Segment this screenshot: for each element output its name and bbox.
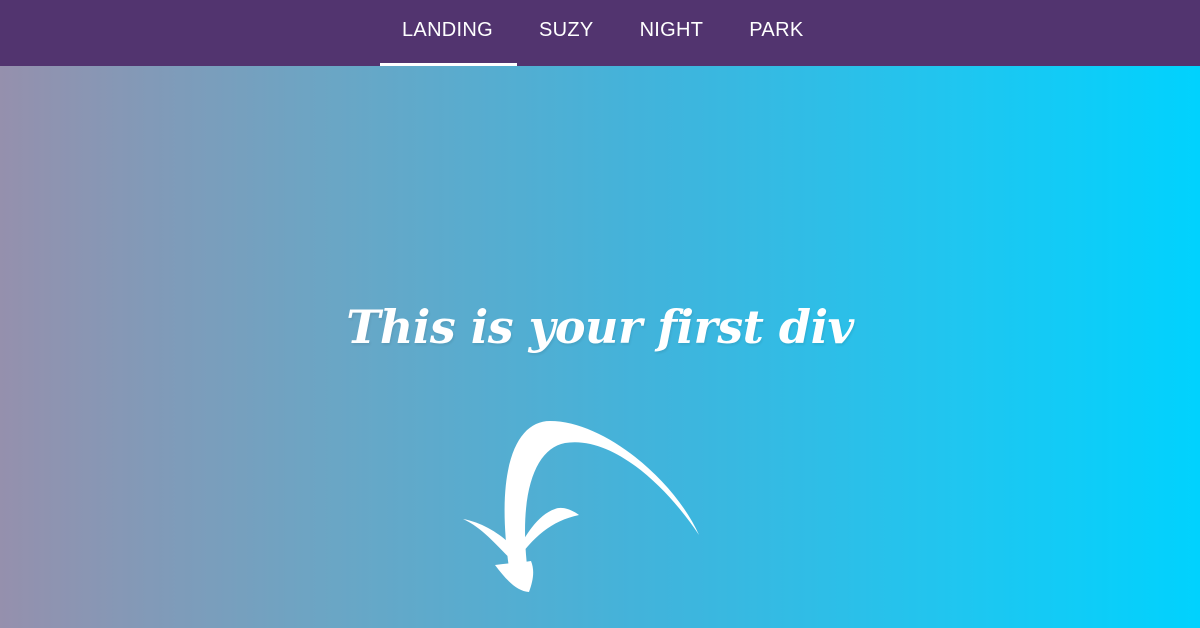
nav-item-night[interactable]: NIGHT — [618, 0, 728, 66]
nav-item-landing[interactable]: LANDING — [380, 0, 518, 66]
hero-title: This is your first div — [346, 300, 854, 354]
nav-item-suzy[interactable]: SUZY — [517, 0, 618, 66]
curved-arrow-down-left-icon — [463, 421, 699, 592]
nav-menu: LANDING SUZY NIGHT PARK — [380, 0, 827, 66]
top-navbar: LANDING SUZY NIGHT PARK — [0, 0, 1200, 66]
hero-section: This is your first div — [0, 66, 1200, 628]
nav-item-park[interactable]: PARK — [727, 0, 827, 66]
